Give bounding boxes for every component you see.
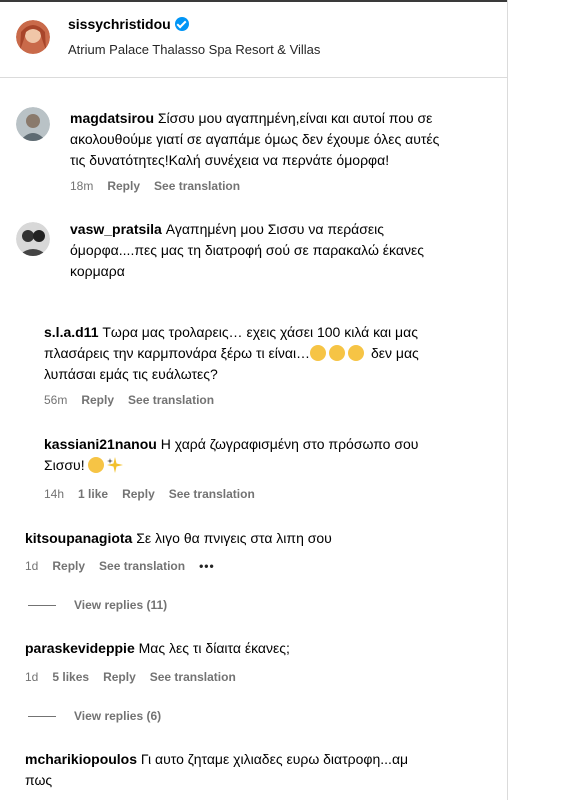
comment-line: Γι αυτο ζηταμε χιλιαδες ευρω διατροφη...… (140, 751, 409, 767)
reply-button[interactable]: Reply (107, 179, 140, 193)
comment-line: Αγαπημένη μου Σισσυ να περάσεις (165, 221, 385, 237)
post-location[interactable]: Atrium Palace Thalasso Spa Resort & Vill… (68, 42, 320, 57)
comment-username[interactable]: paraskevideppie (25, 640, 135, 656)
comment-text: kitsoupanagiota Σε λιγο θα πνιγεις στα λ… (25, 528, 332, 549)
owner-avatar[interactable] (16, 20, 50, 54)
comment-meta: 1d Reply See translation ••• (25, 559, 229, 573)
top-border (0, 0, 507, 2)
comment-meta: 1d 5 likes Reply See translation (25, 670, 250, 684)
comment-text: magdatsirou Σίσσυ μου αγαπημένη,είναι κα… (70, 108, 439, 171)
laughing-emoji-icon (310, 345, 327, 361)
header-divider (0, 77, 507, 78)
view-replies-label[interactable]: View replies (11) (74, 598, 167, 612)
comment-text: mcharikiopoulos Γι αυτο ζηταμε χιλιαδες … (25, 749, 408, 791)
sparkles-icon (107, 457, 124, 473)
comment-time[interactable]: 14h (44, 487, 64, 501)
panel-border (507, 0, 508, 800)
comment-text: vasw_pratsila Αγαπημένη μου Σισσυ να περ… (70, 219, 424, 282)
owner-username-text[interactable]: sissychristidou (68, 16, 171, 32)
view-replies-line (28, 716, 56, 718)
comment-line: τις δυνατότητες!Καλή συνέχεια να περνάτε… (70, 152, 390, 168)
commenter-avatar[interactable] (16, 107, 50, 141)
comment-time[interactable]: 1d (25, 670, 38, 684)
comment-text: paraskevideppie Μας λες τι δίαιτα έκανες… (25, 638, 290, 659)
comment-line: κορμαρα (70, 263, 125, 279)
comment-text: kassiani21nanou Η χαρά ζωγραφισμένη στο … (44, 434, 418, 476)
comment-line: Σισσυ! (44, 457, 85, 473)
view-replies-button[interactable]: View replies (11) (28, 598, 167, 612)
reply-button[interactable]: Reply (103, 670, 136, 684)
likes-count[interactable]: 5 likes (52, 670, 89, 684)
comment-time[interactable]: 1d (25, 559, 38, 573)
comment-line: ακολουθούμε γιατί σε αγαπάμε όμως δεν έχ… (70, 131, 440, 147)
comment-time[interactable]: 56m (44, 393, 67, 407)
comment-time[interactable]: 18m (70, 179, 93, 193)
comment-line: Σίσσυ μου αγαπημένη,είναι και αυτοί που … (157, 110, 433, 126)
comment-meta: 56m Reply See translation (44, 393, 228, 407)
commenter-avatar[interactable] (16, 222, 50, 256)
hugging-emoji-icon (88, 457, 105, 473)
comment-line: Σε λιγο θα πνιγεις στα λιπη σου (136, 530, 332, 546)
more-options-icon[interactable]: ••• (199, 559, 215, 573)
comment-text: s.l.a.d11 Τωρα μας τρολαρεις… εχεις χάσε… (44, 322, 419, 385)
comment-meta: 14h 1 like Reply See translation (44, 487, 269, 501)
see-translation-button[interactable]: See translation (99, 559, 185, 573)
comment-line: Η χαρά ζωγραφισμένη στο πρόσωπο σου (160, 436, 419, 452)
see-translation-button[interactable]: See translation (150, 670, 236, 684)
see-translation-button[interactable]: See translation (128, 393, 214, 407)
comment-line: πλασάρεις την καρμπονάρα ξέρω τι είναι… (44, 345, 311, 361)
comment-line: όμορφα....πες μας τη διατροφή σού σε παρ… (70, 242, 424, 258)
comment-username[interactable]: kitsoupanagiota (25, 530, 132, 546)
comment-line: πως (25, 772, 53, 788)
comment-username[interactable]: mcharikiopoulos (25, 751, 137, 767)
reply-button[interactable]: Reply (122, 487, 155, 501)
comment-username[interactable]: kassiani21nanou (44, 436, 157, 452)
comment-line: λυπάσαι εμάς τις ευάλωτες? (44, 366, 218, 382)
comment-line: Τωρα μας τρολαρεις… εχεις χάσει 100 κιλά… (102, 324, 418, 340)
comment-meta: 18m Reply See translation (70, 179, 254, 193)
laughing-emoji-icon (348, 345, 365, 361)
comment-line: δεν μας (370, 345, 419, 361)
see-translation-button[interactable]: See translation (169, 487, 255, 501)
likes-count[interactable]: 1 like (78, 487, 108, 501)
comment-line: Μας λες τι δίαιτα έκανες; (138, 640, 290, 656)
comment-username[interactable]: vasw_pratsila (70, 221, 162, 237)
comment-username[interactable]: s.l.a.d11 (44, 324, 98, 340)
view-replies-button[interactable]: View replies (6) (28, 709, 161, 723)
laughing-emoji-icon (329, 345, 346, 361)
view-replies-line (28, 605, 56, 607)
reply-button[interactable]: Reply (52, 559, 85, 573)
comment-username[interactable]: magdatsirou (70, 110, 154, 126)
verified-badge-icon (174, 17, 189, 31)
see-translation-button[interactable]: See translation (154, 179, 240, 193)
view-replies-label[interactable]: View replies (6) (74, 709, 161, 723)
owner-username[interactable]: sissychristidou (68, 16, 189, 32)
reply-button[interactable]: Reply (81, 393, 114, 407)
